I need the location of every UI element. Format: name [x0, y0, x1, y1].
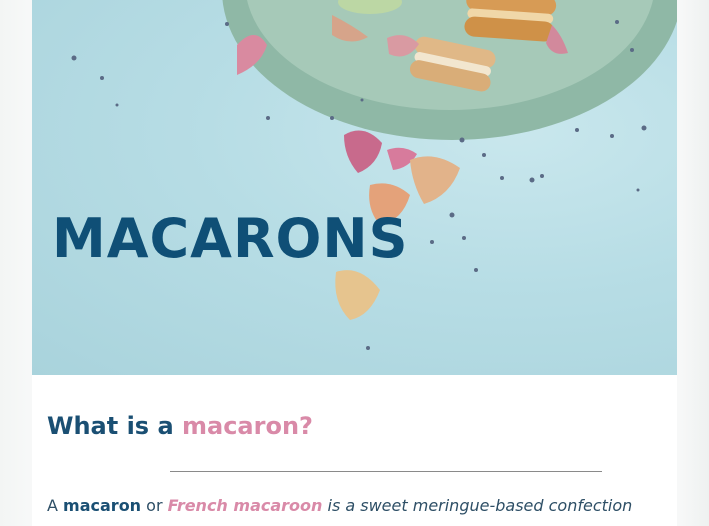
intro-tail: is a sweet meringue-based confection [327, 496, 633, 515]
term-french-macaroon: French macaroon [167, 496, 323, 515]
macaron-back [464, 0, 557, 42]
heading-accent: macaron? [182, 412, 313, 440]
term-macaron: macaron [63, 496, 142, 515]
hero-photo [71, 0, 677, 350]
article-content: What is a macaron? A macaron or French m… [32, 375, 677, 526]
section-heading: What is a macaron? [47, 412, 313, 440]
heading-prefix: What is a [47, 412, 182, 440]
petal [344, 130, 382, 173]
word-a: A [47, 496, 58, 515]
hero-title: MACARONS [52, 207, 409, 270]
word-or: or [146, 496, 163, 515]
divider [170, 471, 602, 472]
hero-banner: MACARONS [32, 0, 677, 375]
petal [335, 270, 380, 320]
intro-paragraph: A macaron or French macaroon is a sweet … [47, 496, 632, 515]
article-card: MACARONS What is a macaron? A macaron or… [32, 0, 677, 526]
petal [410, 156, 460, 204]
